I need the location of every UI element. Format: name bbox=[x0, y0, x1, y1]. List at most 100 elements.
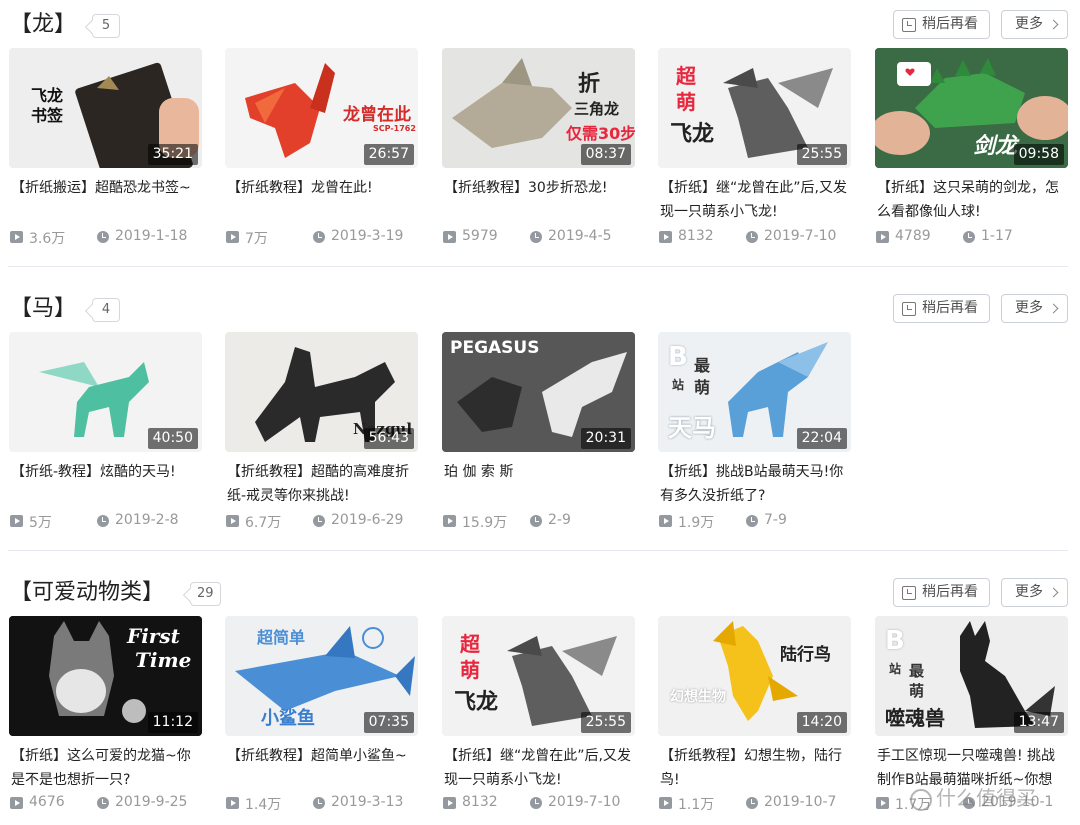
view-count: 5979 bbox=[462, 228, 498, 244]
clock-icon bbox=[746, 797, 758, 809]
video-thumbnail[interactable]: B 站 最 萌 噬魂兽 13:47 bbox=[875, 616, 1068, 736]
thumbnail-text: 超 bbox=[676, 64, 696, 88]
thumbnail-text: First bbox=[127, 624, 180, 648]
section-title: 【可爱动物类】 bbox=[10, 580, 165, 605]
duration-badge: 13:47 bbox=[1013, 712, 1064, 733]
thumbnail-text: 飞龙 bbox=[670, 122, 715, 147]
video-title[interactable]: 【折纸教程】幻想生物，陆行鸟! bbox=[660, 744, 852, 792]
view-count: 3.6万 bbox=[29, 231, 66, 247]
thumbnail-text: 站 bbox=[889, 662, 902, 676]
view-count: 5万 bbox=[29, 515, 52, 531]
video-thumbnail[interactable]: 陆行鸟 幻想生物 14:20 bbox=[658, 616, 851, 736]
video-title[interactable]: 【折纸】这么可爱的龙猫~你是不是也想折一只? bbox=[11, 744, 203, 792]
clock-icon bbox=[313, 231, 325, 243]
more-button[interactable]: 更多 bbox=[1001, 578, 1068, 607]
video-thumbnail[interactable]: 超 萌 飞龙 25:55 bbox=[442, 616, 635, 736]
watch-later-icon bbox=[902, 18, 916, 32]
section-divider bbox=[8, 550, 1068, 551]
thumbnail-text: 萌 bbox=[460, 658, 480, 682]
thumbnail-text: 萌 bbox=[676, 90, 696, 114]
section-title: 【马】 bbox=[10, 296, 77, 321]
play-count-icon bbox=[226, 515, 239, 527]
section-header: 【马】 4 稍后再看 更多 bbox=[0, 288, 1080, 328]
section-divider bbox=[8, 266, 1068, 267]
thumbnail-text: 站 bbox=[672, 378, 685, 392]
video-title[interactable]: 【折纸教程】30步折恐龙! bbox=[444, 176, 636, 200]
video-thumbnail[interactable]: 40:50 bbox=[9, 332, 202, 452]
video-thumbnail[interactable]: Nazgul 56:43 bbox=[225, 332, 418, 452]
thumbnail-text: B bbox=[668, 342, 688, 372]
publish-date: 2019-10-7 bbox=[764, 794, 837, 810]
video-thumbnail[interactable]: B 站 最 萌 天马 22:04 bbox=[658, 332, 851, 452]
video-title[interactable]: 【折纸教程】龙曾在此! bbox=[227, 176, 419, 200]
play-count-icon bbox=[659, 231, 672, 243]
video-thumbnail[interactable]: 剑龙 09:58 bbox=[875, 48, 1068, 168]
play-count-icon bbox=[226, 231, 239, 243]
watch-later-button[interactable]: 稍后再看 bbox=[893, 294, 990, 323]
video-title[interactable]: 【折纸教程】超酷的高难度折纸-戒灵等你来挑战! bbox=[227, 460, 419, 508]
thumbnail-text: 噬魂兽 bbox=[885, 706, 945, 730]
duration-badge: 25:55 bbox=[580, 712, 631, 733]
section-title: 【龙】 bbox=[10, 12, 77, 37]
view-count: 6.7万 bbox=[245, 515, 282, 531]
more-button[interactable]: 更多 bbox=[1001, 294, 1068, 323]
video-thumbnail[interactable]: 龙曾在此 SCP-1762 26:57 bbox=[225, 48, 418, 168]
view-count: 8132 bbox=[462, 794, 498, 810]
thumbnail-text: 飞龙 bbox=[454, 690, 499, 715]
view-count: 1.4万 bbox=[245, 797, 282, 813]
video-title[interactable]: 【折纸-教程】炫酷的天马! bbox=[11, 460, 203, 484]
thumbnail-text: 萌 bbox=[694, 378, 711, 397]
video-thumbnail[interactable]: 飞龙 书签 35:21 bbox=[9, 48, 202, 168]
view-count: 1.1万 bbox=[678, 797, 715, 813]
video-title[interactable]: 珀 伽 索 斯 bbox=[444, 460, 636, 484]
duration-badge: 20:31 bbox=[580, 428, 631, 449]
watch-later-icon bbox=[902, 302, 916, 316]
play-count-icon bbox=[443, 231, 456, 243]
play-count-icon bbox=[10, 231, 23, 243]
view-count: 15.9万 bbox=[462, 515, 508, 531]
thumbnail-text: 幻想生物 bbox=[670, 689, 726, 705]
thumbnail-text: 小鲨鱼 bbox=[261, 708, 315, 729]
watch-later-button[interactable]: 稍后再看 bbox=[893, 578, 990, 607]
thumbnail-text: 天马 bbox=[668, 414, 716, 442]
video-meta: 5979 2019-4-5 bbox=[442, 228, 642, 246]
clock-icon bbox=[746, 231, 758, 243]
duration-badge: 35:21 bbox=[147, 144, 198, 165]
video-meta: 8132 2019-7-10 bbox=[442, 794, 642, 812]
video-thumbnail[interactable]: 超 萌 飞龙 25:55 bbox=[658, 48, 851, 168]
video-thumbnail[interactable]: 超简单 小鲨鱼 07:35 bbox=[225, 616, 418, 736]
video-thumbnail[interactable]: First Time 11:12 bbox=[9, 616, 202, 736]
publish-date: 2019-7-10 bbox=[764, 228, 837, 244]
section-count-badge: 5 bbox=[92, 14, 120, 38]
clock-icon bbox=[313, 797, 325, 809]
play-count-icon bbox=[10, 797, 23, 809]
video-title[interactable]: 【折纸教程】超简单小鲨鱼~ bbox=[227, 744, 419, 768]
play-count-icon bbox=[659, 797, 672, 809]
publish-date: 2-9 bbox=[548, 512, 571, 528]
video-thumbnail[interactable]: 折 三角龙 仅需30步 08:37 bbox=[442, 48, 635, 168]
video-thumbnail[interactable]: PEGASUS 20:31 bbox=[442, 332, 635, 452]
duration-badge: 56:43 bbox=[363, 428, 414, 449]
video-title[interactable]: 【折纸搬运】超酷恐龙书签~ bbox=[11, 176, 203, 200]
thumbnail-text: 书签 bbox=[31, 106, 64, 125]
thumbnail-text: Time bbox=[135, 648, 192, 672]
clock-icon bbox=[97, 797, 109, 809]
more-button[interactable]: 更多 bbox=[1001, 10, 1068, 39]
play-count-icon bbox=[659, 515, 672, 527]
video-title[interactable]: 【折纸】挑战B站最萌天马!你有多久没折纸了? bbox=[660, 460, 852, 508]
video-meta: 6.7万 2019-6-29 bbox=[225, 512, 425, 531]
thumbnail-text: 仅需30步 bbox=[566, 124, 635, 143]
watch-later-button[interactable]: 稍后再看 bbox=[893, 10, 990, 39]
thumbnail-text: PEGASUS bbox=[450, 338, 540, 358]
thumbnail-text: B bbox=[885, 626, 905, 656]
video-meta: 3.6万 2019-1-18 bbox=[9, 228, 209, 247]
video-meta: 1.4万 2019-3-13 bbox=[225, 794, 425, 813]
video-title[interactable]: 【折纸】继“龙曾在此”后,又发现一只萌系小飞龙! bbox=[444, 744, 636, 792]
publish-date: 2019-1-18 bbox=[115, 228, 188, 244]
video-title[interactable]: 【折纸】这只呆萌的剑龙，怎么看都像仙人球! bbox=[877, 176, 1069, 224]
video-title[interactable]: 【折纸】继“龙曾在此”后,又发现一只萌系小飞龙! bbox=[660, 176, 852, 224]
play-count-icon bbox=[10, 515, 23, 527]
chevron-right-icon bbox=[1048, 303, 1059, 314]
thumbnail-text: 最 bbox=[694, 356, 711, 375]
clock-icon bbox=[530, 231, 542, 243]
